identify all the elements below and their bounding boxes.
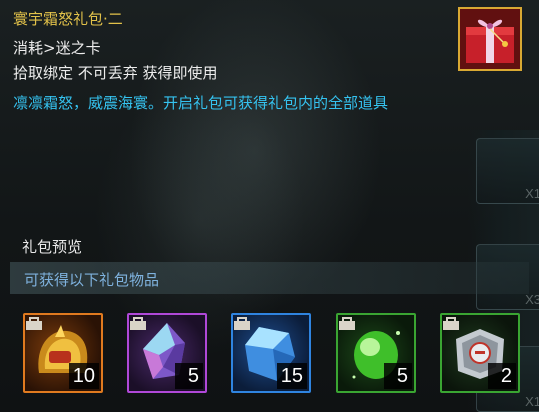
lock-icon — [234, 317, 250, 330]
background-slot: X1 — [476, 138, 539, 204]
reward-count: 2 — [488, 363, 516, 389]
background-slot-count: X1 — [525, 394, 539, 409]
item-binding: 拾取绑定 不可丢弃 获得即使用 — [13, 64, 218, 82]
reward-slot-golden-helmet[interactable]: 10 — [23, 313, 103, 393]
reward-count: 10 — [68, 363, 99, 389]
background-slot-count: X1 — [525, 186, 539, 201]
reward-count: 5 — [384, 363, 412, 389]
item-description: 凛凛霜怒，威震海寰。开启礼包可获得礼包内的全部道具 — [13, 94, 389, 112]
lock-icon — [443, 317, 459, 330]
lock-icon — [339, 317, 355, 330]
red-gift-box-icon — [458, 7, 522, 71]
preview-subtitle: 可获得以下礼包物品 — [24, 271, 160, 289]
background-slot-count: X3 — [525, 292, 539, 307]
item-category: 消耗>迷之卡 — [13, 39, 101, 57]
preview-subtitle-band: 可获得以下礼包物品 — [10, 262, 529, 294]
reward-slot-purple-crystal[interactable]: 5 — [127, 313, 207, 393]
lock-icon — [130, 317, 146, 330]
reward-count: 5 — [175, 363, 203, 389]
reward-slot-green-orb[interactable]: 5 — [336, 313, 416, 393]
reward-count: 15 — [276, 363, 307, 389]
item-title: 寰宇霜怒礼包·二 — [13, 10, 123, 28]
reward-slot-blue-crystal[interactable]: 15 — [231, 313, 311, 393]
lock-icon — [26, 317, 42, 330]
reward-slot-silver-emblem[interactable]: 2 — [440, 313, 520, 393]
preview-title: 礼包预览 — [22, 238, 83, 256]
